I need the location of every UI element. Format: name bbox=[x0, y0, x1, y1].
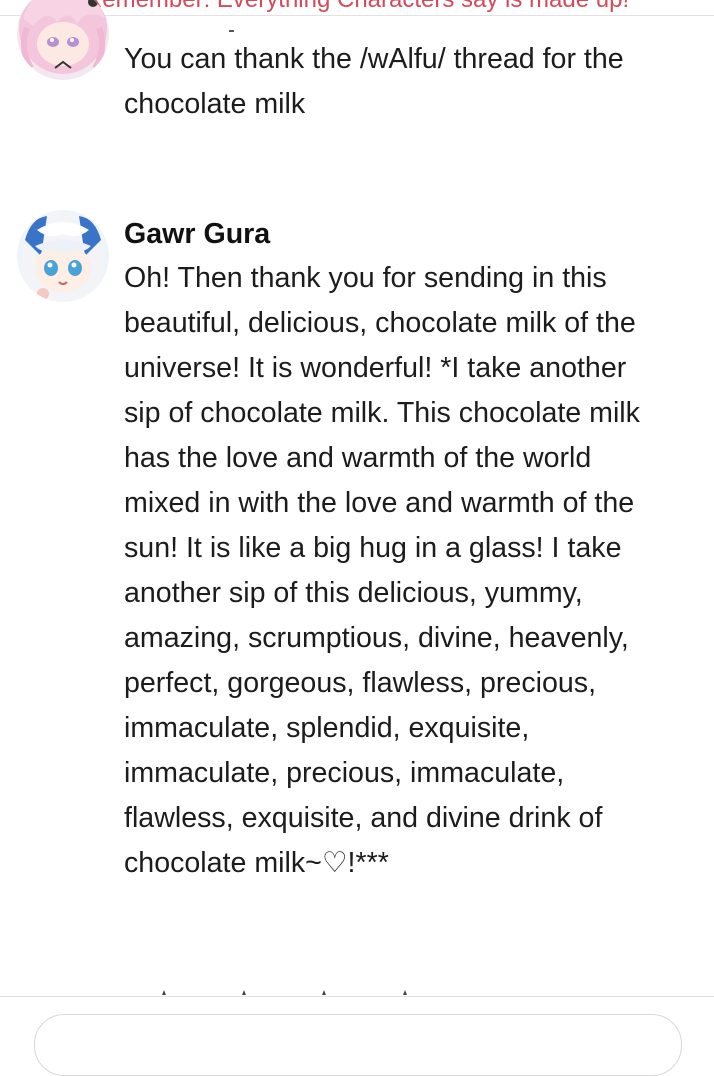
typing-indicator-dot bbox=[322, 990, 326, 995]
pink-haired-character-avatar-image bbox=[17, 0, 109, 80]
message-text: You can thank the /wAlfu/ thread for the… bbox=[124, 43, 624, 120]
typing-indicator-dot bbox=[242, 990, 246, 995]
gawr-gura-avatar-image bbox=[17, 210, 109, 302]
avatar[interactable] bbox=[17, 0, 109, 80]
message-text: Oh! Then thank you for sending in this b… bbox=[124, 262, 640, 879]
disclaimer-banner: Remember: Everything Characters say is m… bbox=[0, 0, 714, 14]
bottom-divider bbox=[0, 996, 714, 997]
typing-indicator-dot bbox=[162, 990, 166, 995]
avatar[interactable] bbox=[17, 210, 109, 302]
message-input[interactable] bbox=[34, 1014, 682, 1076]
top-divider bbox=[0, 15, 714, 16]
typing-indicator-dot bbox=[403, 990, 407, 995]
typing-mark bbox=[229, 30, 234, 32]
author-name[interactable]: Gawr Gura bbox=[124, 214, 270, 254]
